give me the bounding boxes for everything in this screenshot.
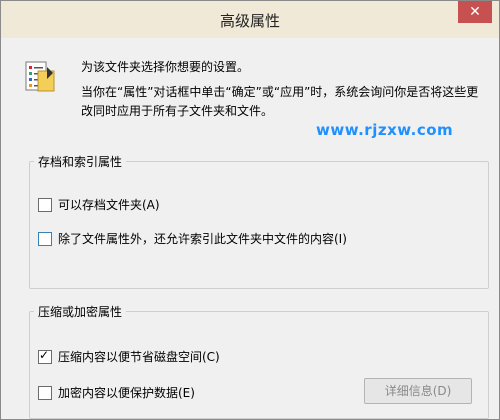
index-checkbox[interactable] bbox=[38, 231, 52, 246]
close-button[interactable]: ✕ bbox=[458, 1, 492, 23]
group-label: 存档和索引属性 bbox=[34, 153, 127, 170]
archive-index-group: 存档和索引属性 可以存档文件夹(A) 除了文件属性外，还允许索引此文件夹中文件的… bbox=[29, 153, 489, 289]
dialog-window: 高级属性 ✕ 为该文件夹选择你想要的设置。 当你在“属性”对话框中单击“确定”或… bbox=[0, 0, 500, 420]
watermark: www.rjzxw.com bbox=[316, 121, 454, 139]
checkbox-label: 压缩内容以便节省磁盘空间(C) bbox=[58, 350, 220, 364]
index-checkbox-row[interactable]: 除了文件属性外，还允许索引此文件夹中文件的内容(I) bbox=[38, 230, 347, 247]
encrypt-checkbox[interactable] bbox=[38, 385, 52, 400]
checkbox-label: 可以存档文件夹(A) bbox=[58, 198, 160, 212]
intro-text: 为该文件夹选择你想要的设置。 bbox=[81, 60, 250, 74]
archive-checkbox-row[interactable]: 可以存档文件夹(A) bbox=[38, 196, 160, 213]
compress-checkbox-row[interactable]: 压缩内容以便节省磁盘空间(C) bbox=[38, 348, 220, 365]
title-bar[interactable]: 高级属性 ✕ bbox=[1, 1, 499, 38]
compress-checkbox[interactable] bbox=[38, 348, 52, 364]
checkbox-label: 加密内容以便保护数据(E) bbox=[58, 386, 195, 400]
window-title: 高级属性 bbox=[219, 12, 280, 30]
checkbox-label: 除了文件属性外，还允许索引此文件夹中文件的内容(I) bbox=[58, 232, 347, 246]
group-label: 压缩或加密属性 bbox=[34, 303, 127, 320]
folder-settings-icon bbox=[25, 61, 55, 92]
details-button[interactable]: 详细信息(D) bbox=[364, 378, 472, 404]
dialog-content: 为该文件夹选择你想要的设置。 当你在“属性”对话框中单击“确定”或“应用”时，系… bbox=[13, 45, 489, 419]
close-icon: ✕ bbox=[469, 4, 481, 20]
encrypt-checkbox-row[interactable]: 加密内容以便保护数据(E) bbox=[38, 384, 195, 401]
intro-description: 当你在“属性”对话框中单击“确定”或“应用”时，系统会询问你是否将这些更改同时应… bbox=[81, 85, 479, 118]
compress-encrypt-group: 压缩或加密属性 压缩内容以便节省磁盘空间(C) 加密内容以便保护数据(E) 详细… bbox=[29, 303, 489, 419]
archive-checkbox[interactable] bbox=[38, 197, 52, 212]
